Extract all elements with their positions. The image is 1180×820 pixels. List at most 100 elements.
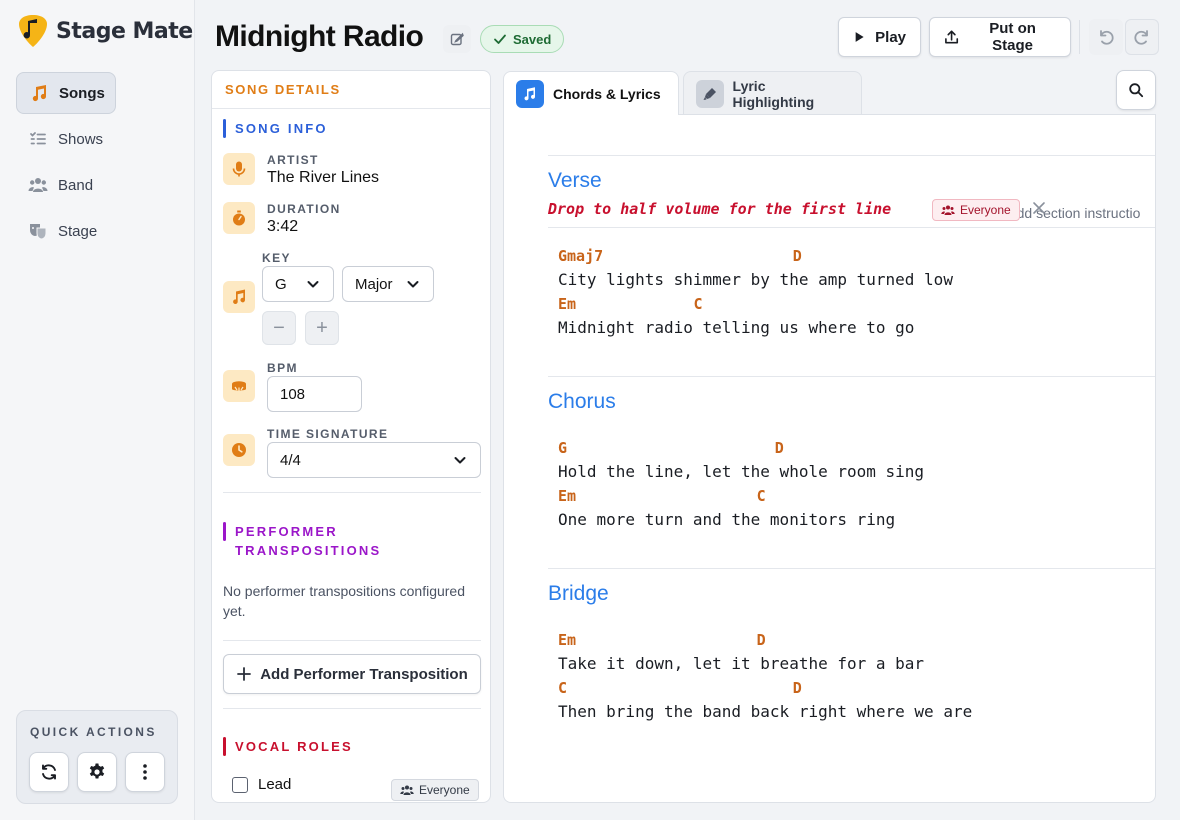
lyric-line[interactable]: Then bring the band back right where we … bbox=[558, 702, 972, 721]
search-button[interactable] bbox=[1116, 70, 1156, 110]
lyric-line[interactable]: Midnight radio telling us where to go bbox=[558, 318, 914, 337]
song-title: Midnight Radio bbox=[215, 20, 424, 53]
brand[interactable]: Stage Mate bbox=[18, 14, 193, 48]
stopwatch-icon bbox=[233, 210, 245, 226]
transpose-down-button[interactable]: − bbox=[262, 311, 296, 345]
vocal-roles-heading: VOCAL ROLES bbox=[223, 737, 353, 756]
clock-icon bbox=[232, 443, 246, 457]
bpm-input[interactable]: 108 bbox=[267, 376, 362, 412]
chords-lyrics-editor[interactable]: Verse Drop to half volume for the first … bbox=[503, 114, 1156, 803]
undo-button[interactable] bbox=[1089, 19, 1123, 55]
nav-item-shows[interactable]: Shows bbox=[16, 118, 180, 160]
put-on-stage-label: Put on Stage bbox=[989, 20, 1036, 54]
saved-status-text: Saved bbox=[513, 31, 552, 47]
theater-masks-icon bbox=[30, 224, 47, 240]
section-divider bbox=[548, 376, 1155, 377]
chevron-down-icon bbox=[454, 457, 466, 464]
time-signature-select[interactable]: 4/4 bbox=[267, 442, 481, 478]
lyric-line[interactable]: Hold the line, let the whole room sing bbox=[558, 462, 924, 481]
music-note-icon bbox=[32, 85, 47, 102]
artist-label: ARTIST bbox=[267, 153, 319, 167]
duration-value[interactable]: 3:42 bbox=[267, 218, 298, 236]
add-performer-transposition-label: Add Performer Transposition bbox=[260, 665, 468, 683]
users-icon bbox=[941, 205, 955, 215]
section-title-verse[interactable]: Verse bbox=[548, 169, 602, 193]
nav-label: Band bbox=[58, 176, 94, 194]
put-on-stage-button[interactable]: Put on Stage bbox=[929, 17, 1071, 57]
more-vertical-icon bbox=[143, 764, 147, 780]
plus-icon bbox=[237, 667, 252, 681]
saved-status-badge: Saved bbox=[480, 25, 565, 53]
lyric-line[interactable]: City lights shimmer by the amp turned lo… bbox=[558, 270, 953, 289]
vocal-role-lead[interactable]: Lead bbox=[232, 776, 291, 793]
section-title-chorus[interactable]: Chorus bbox=[548, 390, 616, 414]
lyric-line[interactable]: Take it down, let it breathe for a bar bbox=[558, 654, 924, 673]
redo-icon bbox=[1134, 30, 1148, 45]
section-instruction[interactable]: Drop to half volume for the first line bbox=[548, 200, 891, 218]
upload-icon bbox=[945, 30, 959, 44]
music-note-icon bbox=[233, 289, 246, 305]
key-field-icon bbox=[223, 281, 255, 313]
tab-label: Chords & Lyrics bbox=[553, 85, 661, 102]
highlighter-icon bbox=[703, 87, 716, 100]
artist-field-icon bbox=[223, 153, 255, 185]
more-button[interactable] bbox=[125, 752, 165, 792]
gear-icon bbox=[89, 763, 105, 779]
transpose-up-button[interactable]: + bbox=[305, 311, 339, 345]
nav-label: Stage bbox=[58, 222, 98, 240]
section-bar bbox=[223, 522, 226, 541]
vocal-roles-title: VOCAL ROLES bbox=[235, 739, 353, 754]
settings-button[interactable] bbox=[77, 752, 117, 792]
section-divider bbox=[548, 568, 1155, 569]
tab-chords-lyrics[interactable]: Chords & Lyrics bbox=[503, 71, 679, 115]
sync-button[interactable] bbox=[29, 752, 69, 792]
lyric-line[interactable]: One more turn and the monitors ring bbox=[558, 510, 895, 529]
artist-value[interactable]: The River Lines bbox=[267, 169, 379, 187]
section-divider bbox=[548, 155, 1155, 156]
mode-value: Major bbox=[355, 275, 393, 293]
everyone-tag-label: Everyone bbox=[960, 203, 1011, 217]
key-select[interactable]: G bbox=[262, 266, 334, 302]
chord-line[interactable]: Em D bbox=[558, 631, 766, 649]
chord-line[interactable]: C D bbox=[558, 679, 802, 697]
close-icon bbox=[1033, 202, 1045, 214]
chord-line[interactable]: Em C bbox=[558, 295, 703, 313]
chord-line[interactable]: Em C bbox=[558, 487, 766, 505]
mode-select[interactable]: Major bbox=[342, 266, 434, 302]
remove-instruction-button[interactable] bbox=[1032, 199, 1046, 220]
chord-line[interactable]: G D bbox=[558, 439, 784, 457]
nav-item-band[interactable]: Band bbox=[16, 164, 180, 206]
transpositions-empty-note: No performer transpositions configured y… bbox=[223, 583, 466, 619]
app-name: Stage Mate bbox=[56, 18, 193, 44]
tab-icon-box bbox=[516, 79, 544, 108]
lead-checkbox[interactable] bbox=[232, 776, 248, 793]
section-divider bbox=[548, 227, 1155, 228]
main-nav: Songs Shows Band Stage bbox=[16, 72, 180, 256]
edit-title-button[interactable] bbox=[443, 25, 471, 53]
tab-icon-box bbox=[696, 79, 724, 108]
everyone-tag[interactable]: Everyone bbox=[932, 199, 1020, 221]
add-performer-transposition-button[interactable]: Add Performer Transposition bbox=[223, 654, 481, 694]
microphone-icon bbox=[232, 161, 246, 177]
everyone-tag[interactable]: Everyone bbox=[391, 779, 479, 801]
section-title-bridge[interactable]: Bridge bbox=[548, 582, 609, 606]
key-label: KEY bbox=[262, 251, 291, 265]
nav-item-songs[interactable]: Songs bbox=[16, 72, 116, 114]
redo-button[interactable] bbox=[1125, 19, 1159, 55]
quick-actions-title: QUICK ACTIONS bbox=[30, 725, 157, 739]
section-bar bbox=[223, 119, 226, 138]
refresh-icon bbox=[42, 764, 56, 780]
section-divider bbox=[223, 492, 481, 493]
list-icon bbox=[30, 132, 46, 145]
section-divider bbox=[223, 708, 481, 709]
vocal-role-label: Lead bbox=[258, 776, 292, 793]
play-button[interactable]: Play bbox=[838, 17, 921, 57]
song-info-heading: SONG INFO bbox=[223, 119, 328, 138]
play-icon bbox=[855, 32, 864, 42]
duration-field-icon bbox=[223, 202, 255, 234]
tab-lyric-highlighting[interactable]: Lyric Highlighting bbox=[683, 71, 862, 115]
nav-item-stage[interactable]: Stage bbox=[16, 210, 180, 252]
chord-line[interactable]: Gmaj7 D bbox=[558, 247, 802, 265]
quick-actions: QUICK ACTIONS bbox=[16, 710, 178, 804]
duration-label: DURATION bbox=[267, 202, 341, 216]
